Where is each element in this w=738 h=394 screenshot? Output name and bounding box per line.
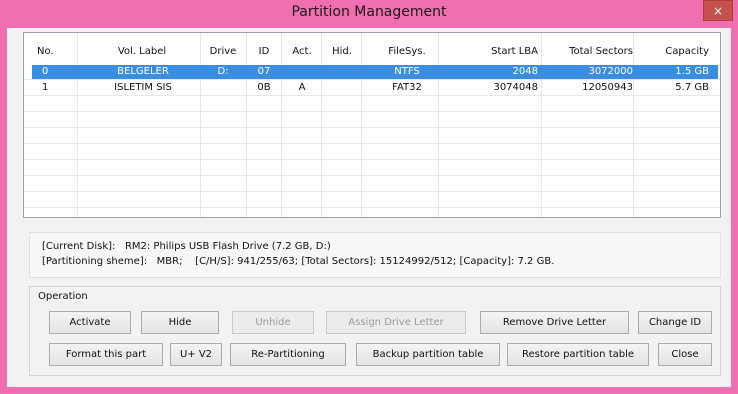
remove-drive-letter-button[interactable]: Remove Drive Letter: [480, 311, 629, 334]
operation-group: Operation Activate Hide Unhide Assign Dr…: [29, 286, 721, 376]
restore-partition-table-button[interactable]: Restore partition table: [507, 343, 649, 366]
col-id[interactable]: ID: [246, 45, 282, 59]
change-id-button[interactable]: Change ID: [638, 311, 712, 334]
u-v2-button[interactable]: U+ V2: [170, 343, 222, 366]
table-row[interactable]: 1 ISLETIM SIS 0B A FAT32 3074048 1205094…: [32, 81, 718, 95]
col-total-sectors[interactable]: Total Sectors: [547, 45, 633, 59]
disk-info-panel: [Current Disk]: RM2: Philips USB Flash D…: [29, 232, 721, 278]
col-vol-label[interactable]: Vol. Label: [92, 45, 192, 59]
re-partitioning-button[interactable]: Re-Partitioning: [230, 343, 346, 366]
window-title: Partition Management: [291, 4, 447, 20]
current-disk-line: [Current Disk]: RM2: Philips USB Flash D…: [42, 241, 331, 252]
partitioning-line: [Partitioning sheme]: MBR; [C/H/S]: 941/…: [42, 256, 555, 267]
operation-label: Operation: [38, 291, 88, 302]
col-no[interactable]: No.: [37, 45, 77, 59]
activate-button[interactable]: Activate: [49, 311, 131, 334]
col-capacity[interactable]: Capacity: [637, 45, 709, 59]
backup-partition-table-button[interactable]: Backup partition table: [356, 343, 500, 366]
unhide-button[interactable]: Unhide: [232, 311, 314, 334]
col-drive[interactable]: Drive: [200, 45, 246, 59]
partition-table: No. Vol. Label Drive ID Act. Hid. FileSy…: [23, 32, 721, 218]
col-hid[interactable]: Hid.: [322, 45, 362, 59]
col-start-lba[interactable]: Start LBA: [452, 45, 538, 59]
col-filesys[interactable]: FileSys.: [372, 45, 442, 59]
close-button[interactable]: Close: [658, 343, 712, 366]
partition-management-window: Partition Management × No. Vol. Label Dr…: [0, 0, 738, 394]
col-act[interactable]: Act.: [282, 45, 322, 59]
title-bar: Partition Management ×: [0, 0, 738, 28]
table-row[interactable]: 0 BELGELER D: 07 NTFS 2048 3072000 1.5 G…: [32, 65, 718, 79]
assign-drive-letter-button[interactable]: Assign Drive Letter: [326, 311, 466, 334]
close-window-button[interactable]: ×: [703, 0, 733, 21]
format-partition-button[interactable]: Format this part: [49, 343, 163, 366]
table-header: No. Vol. Label Drive ID Act. Hid. FileSy…: [32, 45, 718, 59]
hide-button[interactable]: Hide: [141, 311, 219, 334]
